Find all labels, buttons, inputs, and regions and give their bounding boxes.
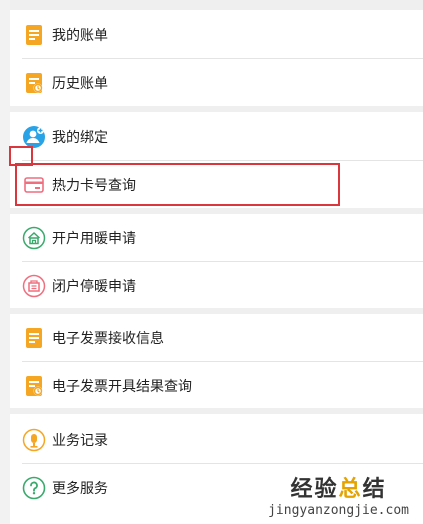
- menu-item-invoice-receive[interactable]: 电子发票接收信息: [10, 314, 423, 361]
- menu-group-heating: 开户用暖申请 闭户停暖申请: [10, 214, 423, 308]
- user-bind-icon: [23, 125, 45, 148]
- record-icon: [22, 428, 46, 451]
- menu-item-label: 开户用暖申请: [52, 230, 136, 247]
- help-icon: [22, 476, 46, 499]
- watermark-title: 经验总结: [268, 471, 409, 503]
- watermark-title-main: 经验: [290, 477, 339, 502]
- history-bill-icon: [26, 72, 43, 93]
- menu-item-label: 闭户停暖申请: [52, 278, 136, 295]
- watermark-url: jingyanzongjie.com: [268, 503, 409, 518]
- menu-item-open-heating[interactable]: 开户用暖申请: [10, 214, 423, 261]
- menu-group-invoice: 电子发票接收信息 电子发票开具结果查询: [10, 314, 423, 408]
- menu-item-label: 历史账单: [52, 75, 108, 92]
- menu-item-my-bill[interactable]: 我的账单: [10, 11, 423, 58]
- close-heating-icon: [22, 274, 46, 297]
- watermark-title-end: 结: [362, 477, 387, 502]
- highlight-marker: [9, 146, 33, 166]
- menu-item-label: 电子发票接收信息: [52, 330, 164, 347]
- menu-item-label: 业务记录: [52, 432, 108, 449]
- menu-item-close-heating[interactable]: 闭户停暖申请: [10, 262, 423, 309]
- menu-item-records[interactable]: 业务记录: [10, 416, 423, 463]
- invoice-result-icon: [26, 375, 43, 396]
- bill-icon: [26, 24, 42, 45]
- watermark: 经验总结 jingyanzongjie.com: [268, 471, 409, 518]
- menu-item-label: 我的账单: [52, 27, 108, 44]
- invoice-receive-icon: [26, 327, 42, 348]
- open-heating-icon: [22, 226, 46, 249]
- menu-item-my-binding[interactable]: 我的绑定: [10, 113, 423, 160]
- menu-item-label: 更多服务: [52, 480, 108, 497]
- menu-item-history-bill[interactable]: 历史账单: [10, 59, 423, 106]
- menu-item-label: 我的绑定: [52, 129, 108, 146]
- left-strip: [0, 0, 10, 524]
- menu-item-label: 电子发票开具结果查询: [52, 378, 192, 395]
- menu-item-invoice-result[interactable]: 电子发票开具结果查询: [10, 362, 423, 409]
- highlight-box: [15, 163, 340, 206]
- watermark-title-accent: 总: [338, 477, 363, 502]
- menu-group-bills: 我的账单 历史账单: [10, 10, 423, 106]
